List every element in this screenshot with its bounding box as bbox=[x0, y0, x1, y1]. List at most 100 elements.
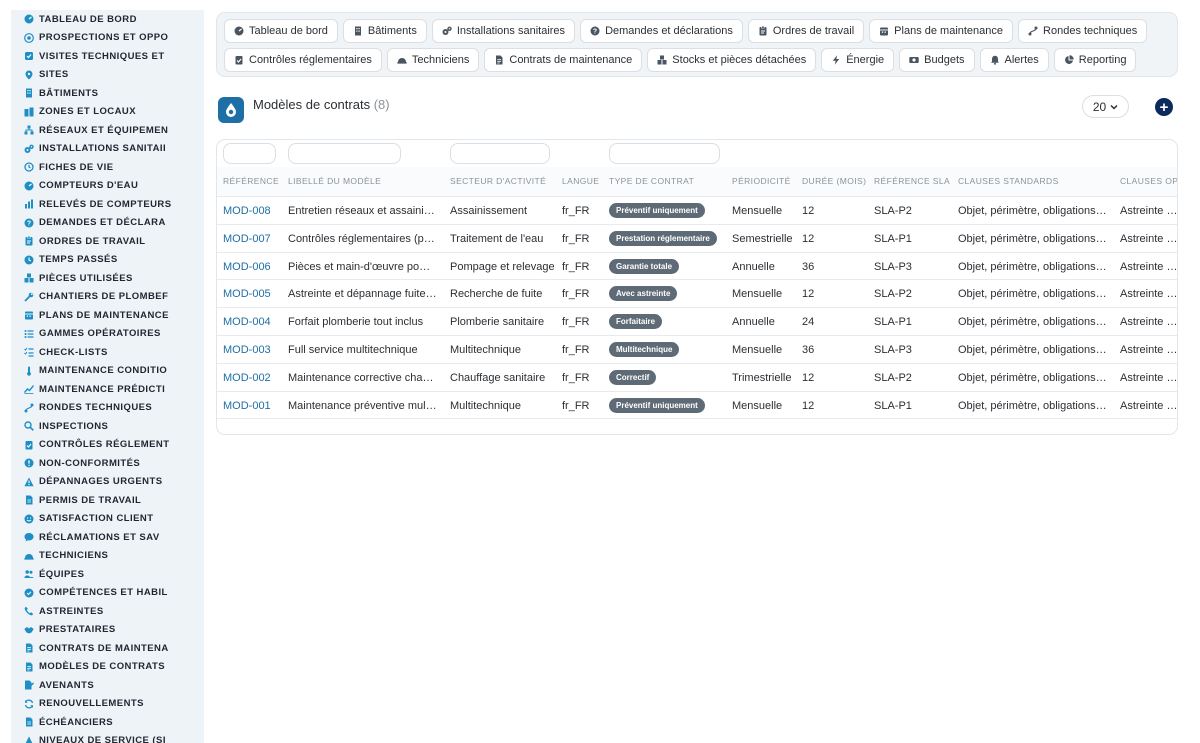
column-header[interactable]: CLAUSES STANDARDS bbox=[958, 176, 1059, 186]
sidebar-item[interactable]: CHANTIERS DE PLOMBEF bbox=[11, 288, 204, 307]
sidebar-item[interactable]: ÉQUIPES bbox=[11, 565, 204, 584]
sidebar-item[interactable]: TECHNICIENS bbox=[11, 547, 204, 566]
table-row[interactable]: MOD-003 Full service multitechnique Multit… bbox=[217, 336, 1177, 364]
sidebar-item[interactable]: ORDRES DE TRAVAIL bbox=[11, 232, 204, 251]
gauge-icon bbox=[23, 180, 34, 191]
sidebar-item-label: SATISFACTION CLIENT bbox=[39, 513, 154, 525]
money-icon bbox=[909, 55, 919, 65]
table-row[interactable]: MOD-008 Entretien réseaux et assainis… Ass… bbox=[217, 197, 1177, 225]
nav-chip-label: Tableau de bord bbox=[249, 25, 328, 37]
nav-chip[interactable]: Techniciens bbox=[386, 48, 480, 72]
table-row[interactable]: MOD-006 Pièces et main-d'œuvre pom… Pompag… bbox=[217, 253, 1177, 281]
column-header[interactable]: LIBELLÉ DU MODÈLE bbox=[288, 176, 381, 186]
sidebar-item[interactable]: INSPECTIONS bbox=[11, 417, 204, 436]
table-row[interactable]: MOD-007 Contrôles réglementaires (pot… Tra… bbox=[217, 225, 1177, 253]
column-header[interactable]: CLAUSES OPT bbox=[1120, 176, 1177, 186]
sidebar-item[interactable]: SITES bbox=[11, 66, 204, 85]
sidebar-item[interactable]: ? DEMANDES ET DÉCLARA bbox=[11, 214, 204, 233]
sidebar-item[interactable]: RENOUVELLEMENTS bbox=[11, 695, 204, 714]
column-header[interactable]: RÉFÉRENCE SLA bbox=[874, 176, 950, 186]
sidebar-item[interactable]: PRESTATAIRES bbox=[11, 621, 204, 640]
table-row[interactable]: MOD-004 Forfait plomberie tout inclus Plom… bbox=[217, 308, 1177, 336]
sidebar-item[interactable]: PIÈCES UTILISÉES bbox=[11, 269, 204, 288]
sidebar-item[interactable]: CONTRÔLES RÉGLEMENT bbox=[11, 436, 204, 455]
table-row[interactable]: MOD-005 Astreinte et dépannage fuites… Rec… bbox=[217, 280, 1177, 309]
sidebar-item[interactable]: RELEVÉS DE COMPTEURS bbox=[11, 195, 204, 214]
sidebar-item[interactable]: COMPÉTENCES ET HABIL bbox=[11, 584, 204, 603]
sidebar-item[interactable]: NIVEAUX DE SERVICE (SI bbox=[11, 732, 204, 743]
cell-language: fr_FR bbox=[562, 205, 590, 217]
page-size-select[interactable]: 20 bbox=[1082, 95, 1129, 118]
cell-label: Maintenance préventive multit… bbox=[288, 399, 438, 412]
cell-reference[interactable]: MOD-002 bbox=[223, 372, 283, 384]
sidebar-item[interactable]: AVENANTS bbox=[11, 676, 204, 695]
comment-icon bbox=[23, 532, 34, 543]
cell-reference[interactable]: MOD-006 bbox=[223, 261, 283, 273]
cell-reference[interactable]: MOD-003 bbox=[223, 344, 283, 356]
table-row[interactable]: MOD-001 Maintenance préventive multit… Mul… bbox=[217, 392, 1177, 420]
nav-chip[interactable]: Rondes techniques bbox=[1018, 19, 1148, 43]
sidebar-item[interactable]: RÉCLAMATIONS ET SAV bbox=[11, 528, 204, 547]
sidebar-item[interactable]: COMPTEURS D'EAU bbox=[11, 177, 204, 196]
nav-chip[interactable]: Tableau de bord bbox=[224, 19, 338, 43]
sidebar-item[interactable]: GAMMES OPÉRATOIRES bbox=[11, 325, 204, 344]
column-header[interactable]: LANGUE bbox=[562, 176, 599, 186]
cell-reference[interactable]: MOD-004 bbox=[223, 316, 283, 328]
nav-chip[interactable]: ? Demandes et déclarations bbox=[580, 19, 743, 43]
sidebar-item[interactable]: RÉSEAUX ET ÉQUIPEMEN bbox=[11, 121, 204, 140]
add-button[interactable]: + bbox=[1155, 98, 1173, 116]
nav-chip[interactable]: Énergie bbox=[821, 48, 895, 72]
nav-chip[interactable]: Contrats de maintenance bbox=[484, 48, 643, 72]
sidebar-item[interactable]: DÉPANNAGES URGENTS bbox=[11, 473, 204, 492]
cell-reference[interactable]: MOD-001 bbox=[223, 400, 283, 412]
nav-chip[interactable]: Budgets bbox=[899, 48, 975, 72]
thermometer-icon bbox=[23, 365, 34, 376]
sidebar-item[interactable]: TABLEAU DE BORD bbox=[11, 10, 204, 29]
sidebar-item-label: COMPÉTENCES ET HABIL bbox=[39, 587, 168, 599]
sidebar-item[interactable]: MAINTENANCE CONDITIO bbox=[11, 362, 204, 381]
sidebar-item[interactable]: TEMPS PASSÉS bbox=[11, 251, 204, 270]
cell-reference[interactable]: MOD-005 bbox=[223, 288, 283, 300]
column-header[interactable]: TYPE DE CONTRAT bbox=[609, 176, 694, 186]
sidebar-item[interactable]: MAINTENANCE PRÉDICTI bbox=[11, 380, 204, 399]
chart-icon bbox=[23, 199, 34, 210]
sidebar-item[interactable]: RONDES TECHNIQUES bbox=[11, 399, 204, 418]
sidebar-item[interactable]: ZONES ET LOCAUX bbox=[11, 103, 204, 122]
sidebar-item[interactable]: ASTREINTES bbox=[11, 602, 204, 621]
filter-sector[interactable] bbox=[450, 143, 550, 164]
cell-reference[interactable]: MOD-007 bbox=[223, 233, 283, 245]
sidebar-item[interactable]: INSTALLATIONS SANITAII bbox=[11, 140, 204, 159]
sidebar-item[interactable]: CHECK-LISTS bbox=[11, 343, 204, 362]
sidebar-item[interactable]: MODÈLES DE CONTRATS bbox=[11, 658, 204, 677]
filter-contract-type[interactable] bbox=[609, 143, 720, 164]
nav-chip[interactable]: Ordres de travail bbox=[747, 19, 865, 43]
sidebar-item[interactable]: PROSPECTIONS ET OPPO bbox=[11, 29, 204, 48]
column-header[interactable]: DURÉE (MOIS) bbox=[802, 176, 866, 186]
sidebar-item[interactable]: BÂTIMENTS bbox=[11, 84, 204, 103]
cell-periodicity: Annuelle bbox=[732, 316, 775, 329]
sidebar-item[interactable]: PLANS DE MAINTENANCE bbox=[11, 306, 204, 325]
column-header[interactable]: SECTEUR D'ACTIVITÉ bbox=[450, 176, 546, 186]
sidebar-item[interactable]: FICHES DE VIE bbox=[11, 158, 204, 177]
nav-chip-label: Techniciens bbox=[411, 54, 470, 66]
nav-chip[interactable]: Contrôles réglementaires bbox=[224, 48, 382, 72]
filter-reference[interactable] bbox=[223, 143, 276, 164]
filter-label[interactable] bbox=[288, 143, 401, 164]
sidebar-item[interactable]: ÉCHÉANCIERS bbox=[11, 713, 204, 732]
nav-chip[interactable]: Reporting bbox=[1053, 48, 1137, 72]
sidebar-item[interactable]: SATISFACTION CLIENT bbox=[11, 510, 204, 529]
column-header[interactable]: RÉFÉRENCE bbox=[223, 176, 279, 186]
cell-reference[interactable]: MOD-008 bbox=[223, 205, 283, 217]
sidebar-item[interactable]: NON-CONFORMITÉS bbox=[11, 454, 204, 473]
sidebar-item[interactable]: VISITES TECHNIQUES ET bbox=[11, 47, 204, 66]
nav-chip[interactable]: Plans de maintenance bbox=[869, 19, 1014, 43]
nav-chip[interactable]: Stocks et pièces détachées bbox=[647, 48, 817, 72]
column-header[interactable]: PÉRIODICITÉ bbox=[732, 176, 791, 186]
table-row[interactable]: MOD-002 Maintenance corrective chauf… Chau… bbox=[217, 364, 1177, 392]
nav-chip[interactable]: Bâtiments bbox=[342, 19, 427, 43]
sidebar-item[interactable]: PERMIS DE TRAVAIL bbox=[11, 491, 204, 510]
sidebar-item[interactable]: CONTRATS DE MAINTENA bbox=[11, 639, 204, 658]
nav-chip[interactable]: Installations sanitaires bbox=[431, 19, 576, 43]
nav-chip[interactable]: Alertes bbox=[979, 48, 1049, 72]
filter-row bbox=[217, 140, 1177, 167]
